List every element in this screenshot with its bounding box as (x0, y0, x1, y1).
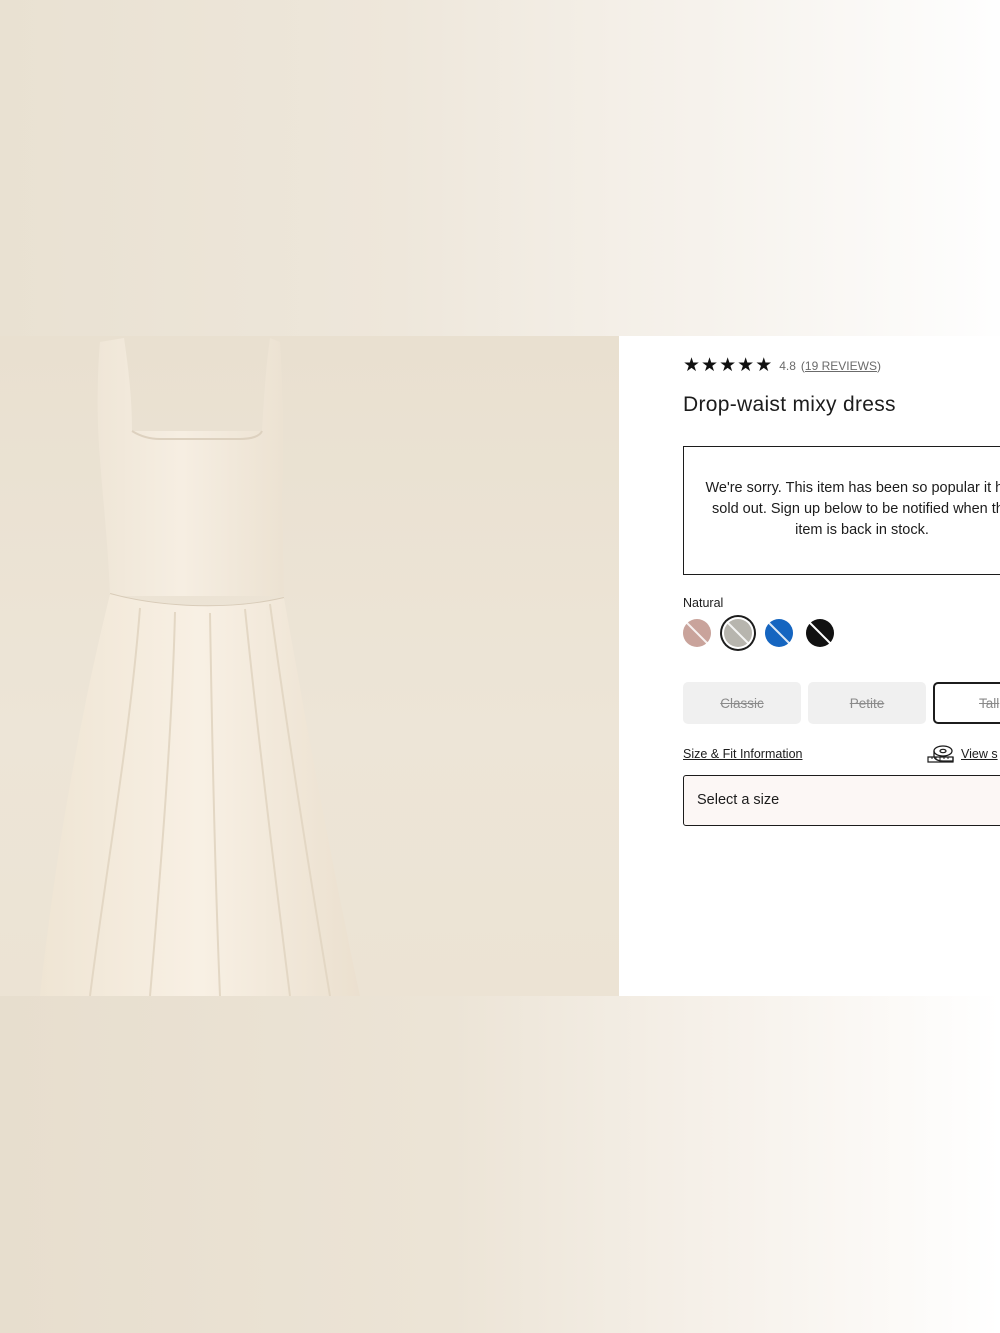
product-details-panel: ★ ★ ★ ★ ★ 4.8 (19 REVIEWS) Drop-waist mi… (619, 336, 1000, 996)
page: ★ ★ ★ ★ ★ 4.8 (19 REVIEWS) Drop-waist mi… (0, 0, 1000, 1333)
sold-out-notice: We're sorry. This item has been so popul… (683, 446, 1000, 575)
color-swatch-rose[interactable] (683, 619, 711, 647)
view-size-chart-link[interactable]: View s (926, 745, 998, 763)
rating-value: 4.8 (779, 358, 796, 373)
rating-row: ★ ★ ★ ★ ★ 4.8 (19 REVIEWS) (683, 356, 881, 375)
star-rating: ★ ★ ★ ★ ★ (683, 356, 772, 375)
blurred-background-bottom (0, 996, 1000, 1333)
color-swatch-black[interactable] (806, 619, 834, 647)
product-image[interactable] (0, 336, 619, 996)
star-icon: ★ (701, 355, 719, 376)
color-swatch-blue[interactable] (765, 619, 793, 647)
color-swatch-natural[interactable] (724, 619, 752, 647)
star-icon: ★ (719, 355, 737, 376)
size-select-placeholder: Select a size (697, 792, 780, 808)
size-select[interactable]: Select a size (683, 775, 1000, 826)
color-swatches (683, 619, 834, 647)
size-info-row: Size & Fit Information View s (683, 745, 1000, 765)
selected-color-label: Natural (683, 596, 724, 610)
dress-image (40, 338, 360, 996)
reviews-paren-close: ) (876, 358, 881, 373)
star-icon: ★ (683, 355, 701, 376)
product-title: Drop-waist mixy dress (683, 393, 896, 416)
size-fit-information-link[interactable]: Size & Fit Information (683, 747, 803, 761)
fit-option-tall[interactable]: Tall (933, 682, 1000, 724)
blurred-background-top (0, 0, 1000, 336)
sold-out-message: We're sorry. This item has been so popul… (705, 480, 1000, 538)
star-icon: ★ (737, 355, 755, 376)
fit-option-classic[interactable]: Classic (683, 682, 801, 724)
fit-options: Classic Petite Tall (683, 682, 1000, 724)
tape-measure-icon (927, 745, 954, 763)
fit-option-petite[interactable]: Petite (808, 682, 926, 724)
reviews-link[interactable]: 19 REVIEWS (805, 359, 877, 373)
star-icon: ★ (755, 355, 773, 376)
view-size-label: View s (961, 747, 998, 761)
